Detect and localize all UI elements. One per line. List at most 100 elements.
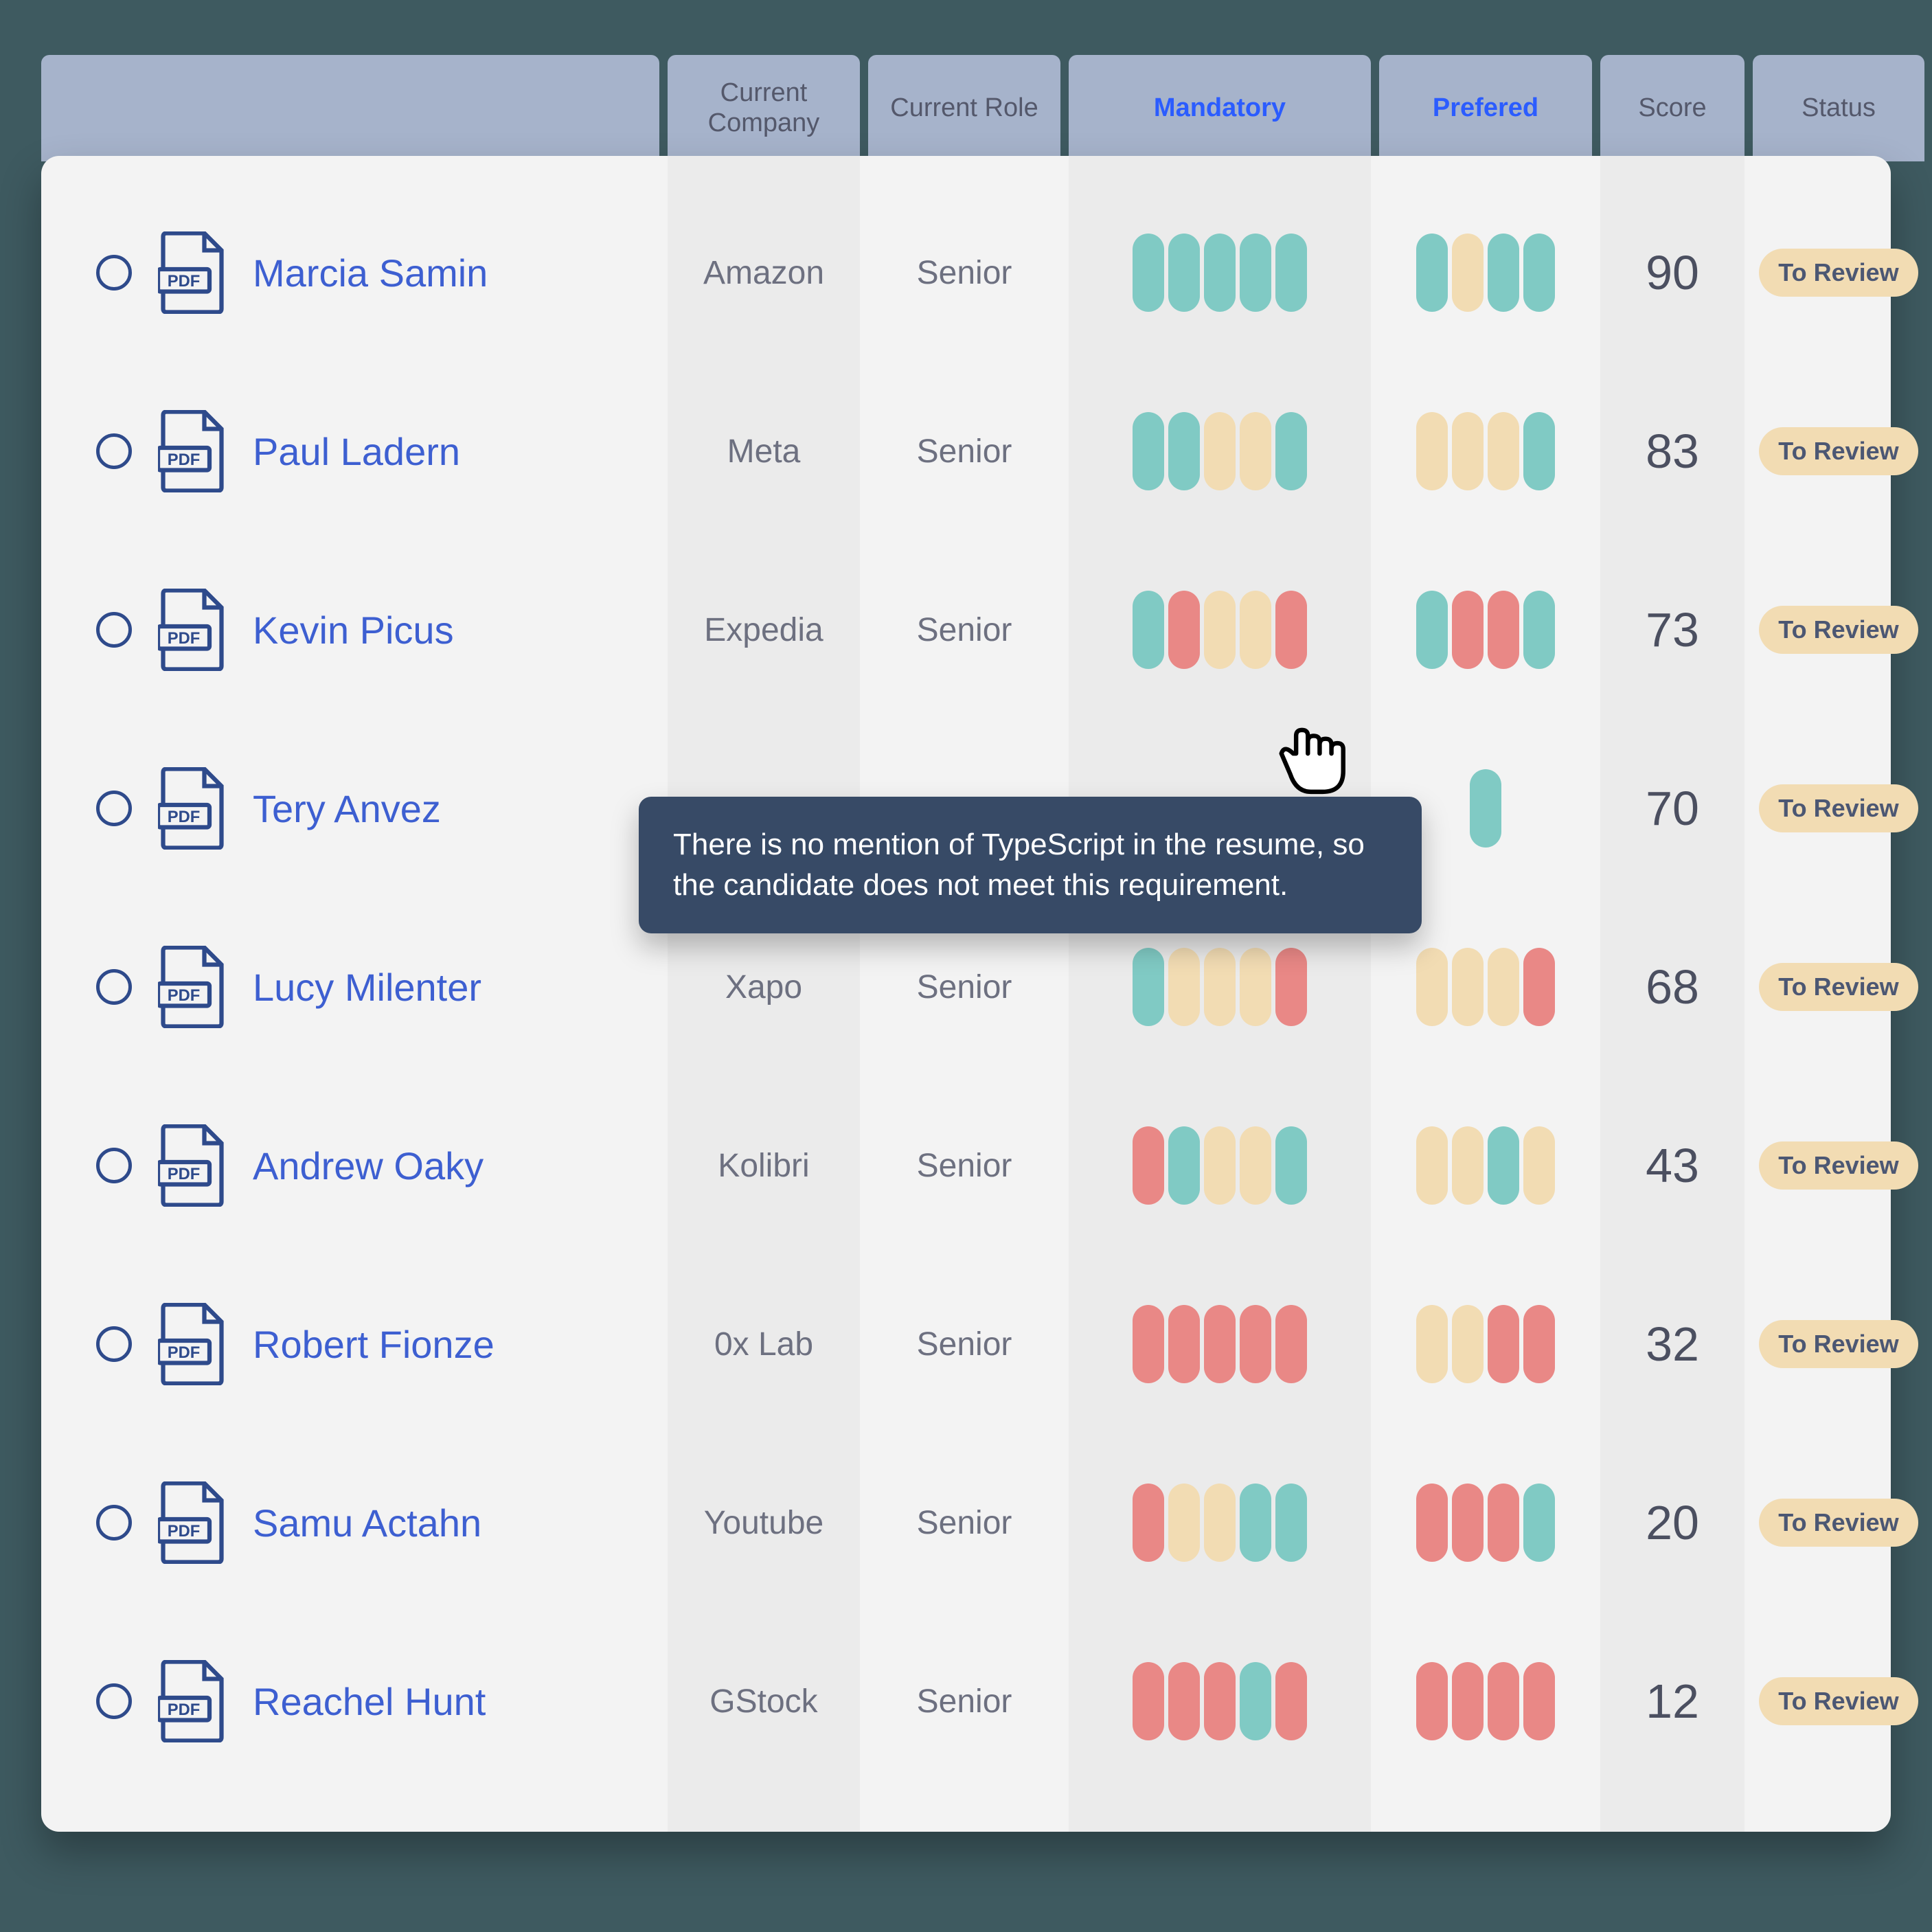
requirement-pill[interactable] (1204, 234, 1236, 312)
requirement-pill[interactable] (1240, 591, 1271, 669)
requirement-pill[interactable] (1133, 948, 1164, 1026)
requirement-pill[interactable] (1275, 234, 1307, 312)
requirement-pill[interactable] (1168, 1126, 1200, 1205)
requirement-pill[interactable] (1523, 948, 1555, 1026)
requirement-pill[interactable] (1133, 234, 1164, 312)
status-badge[interactable]: To Review (1759, 1499, 1918, 1547)
requirement-pill[interactable] (1523, 234, 1555, 312)
requirement-pill[interactable] (1168, 234, 1200, 312)
requirement-pill[interactable] (1275, 1126, 1307, 1205)
select-radio[interactable] (96, 1505, 132, 1541)
requirement-pill[interactable] (1275, 1484, 1307, 1562)
table-row[interactable]: PDFReachel HuntGStockSenior12To Review (41, 1612, 1891, 1791)
requirement-pill[interactable] (1523, 1484, 1555, 1562)
requirement-pill[interactable] (1488, 1305, 1519, 1383)
requirement-pill[interactable] (1133, 1305, 1164, 1383)
candidate-name[interactable]: Tery Anvez (253, 786, 441, 831)
requirement-pill[interactable] (1204, 1305, 1236, 1383)
select-radio[interactable] (96, 791, 132, 826)
requirement-pill[interactable] (1416, 234, 1448, 312)
requirement-pill[interactable] (1204, 412, 1236, 490)
requirement-pill[interactable] (1204, 591, 1236, 669)
requirement-pill[interactable] (1275, 948, 1307, 1026)
requirement-pill[interactable] (1488, 1126, 1519, 1205)
requirement-pill[interactable] (1452, 1126, 1484, 1205)
pdf-file-icon[interactable]: PDF (158, 767, 227, 850)
requirement-pill[interactable] (1416, 412, 1448, 490)
pdf-file-icon[interactable]: PDF (158, 410, 227, 492)
requirement-pill[interactable] (1452, 234, 1484, 312)
requirement-pill[interactable] (1416, 948, 1448, 1026)
requirement-pill[interactable] (1133, 1484, 1164, 1562)
requirement-pill[interactable] (1452, 948, 1484, 1026)
select-radio[interactable] (96, 433, 132, 469)
requirement-pill[interactable] (1488, 234, 1519, 312)
requirement-pill[interactable] (1488, 1484, 1519, 1562)
select-radio[interactable] (96, 1148, 132, 1183)
requirement-pill[interactable] (1275, 591, 1307, 669)
header-preferred[interactable]: Prefered (1379, 55, 1592, 161)
table-row[interactable]: PDFSamu ActahnYoutubeSenior20To Review (41, 1433, 1891, 1612)
table-row[interactable]: PDFKevin PicusExpediaSenior73To Review (41, 541, 1891, 719)
requirement-pill[interactable] (1416, 1484, 1448, 1562)
table-row[interactable]: PDFPaul LadernMetaSenior83To Review (41, 362, 1891, 541)
header-mandatory[interactable]: Mandatory (1069, 55, 1371, 161)
requirement-pill[interactable] (1275, 1305, 1307, 1383)
requirement-pill[interactable] (1168, 412, 1200, 490)
requirement-pill[interactable] (1523, 1126, 1555, 1205)
pdf-file-icon[interactable]: PDF (158, 1303, 227, 1385)
requirement-pill[interactable] (1523, 1662, 1555, 1740)
requirement-pill[interactable] (1488, 591, 1519, 669)
candidate-name[interactable]: Andrew Oaky (253, 1144, 484, 1188)
status-badge[interactable]: To Review (1759, 963, 1918, 1011)
requirement-pill[interactable] (1523, 591, 1555, 669)
requirement-pill[interactable] (1168, 948, 1200, 1026)
requirement-pill[interactable] (1133, 591, 1164, 669)
requirement-pill[interactable] (1470, 769, 1501, 848)
candidate-name[interactable]: Marcia Samin (253, 251, 488, 295)
select-radio[interactable] (96, 1683, 132, 1719)
status-badge[interactable]: To Review (1759, 1320, 1918, 1368)
candidate-name[interactable]: Kevin Picus (253, 608, 454, 652)
candidate-name[interactable]: Samu Actahn (253, 1501, 481, 1545)
pdf-file-icon[interactable]: PDF (158, 1124, 227, 1207)
requirement-pill[interactable] (1416, 1126, 1448, 1205)
requirement-pill[interactable] (1204, 1126, 1236, 1205)
requirement-pill[interactable] (1204, 1484, 1236, 1562)
requirement-pill[interactable] (1240, 1662, 1271, 1740)
requirement-pill[interactable] (1240, 948, 1271, 1026)
select-radio[interactable] (96, 1326, 132, 1362)
status-badge[interactable]: To Review (1759, 249, 1918, 297)
requirement-pill[interactable] (1488, 412, 1519, 490)
requirement-pill[interactable] (1488, 1662, 1519, 1740)
status-badge[interactable]: To Review (1759, 784, 1918, 832)
requirement-pill[interactable] (1204, 1662, 1236, 1740)
requirement-pill[interactable] (1416, 1305, 1448, 1383)
requirement-pill[interactable] (1204, 948, 1236, 1026)
select-radio[interactable] (96, 255, 132, 291)
requirement-pill[interactable] (1168, 591, 1200, 669)
table-row[interactable]: PDFRobert Fionze0x LabSenior32To Review (41, 1255, 1891, 1433)
requirement-pill[interactable] (1488, 948, 1519, 1026)
status-badge[interactable]: To Review (1759, 606, 1918, 654)
table-row[interactable]: PDFAndrew OakyKolibriSenior43To Review (41, 1076, 1891, 1255)
requirement-pill[interactable] (1416, 1662, 1448, 1740)
select-radio[interactable] (96, 612, 132, 648)
candidate-name[interactable]: Reachel Hunt (253, 1679, 486, 1724)
pdf-file-icon[interactable]: PDF (158, 1481, 227, 1564)
pdf-file-icon[interactable]: PDF (158, 589, 227, 671)
status-badge[interactable]: To Review (1759, 1141, 1918, 1190)
requirement-pill[interactable] (1240, 412, 1271, 490)
requirement-pill[interactable] (1452, 1484, 1484, 1562)
status-badge[interactable]: To Review (1759, 1677, 1918, 1725)
requirement-pill[interactable] (1168, 1305, 1200, 1383)
pdf-file-icon[interactable]: PDF (158, 231, 227, 314)
requirement-pill[interactable] (1240, 1305, 1271, 1383)
requirement-pill[interactable] (1416, 591, 1448, 669)
pdf-file-icon[interactable]: PDF (158, 946, 227, 1028)
requirement-pill[interactable] (1452, 1662, 1484, 1740)
candidate-name[interactable]: Robert Fionze (253, 1322, 495, 1367)
requirement-pill[interactable] (1523, 1305, 1555, 1383)
status-badge[interactable]: To Review (1759, 427, 1918, 475)
requirement-pill[interactable] (1275, 412, 1307, 490)
